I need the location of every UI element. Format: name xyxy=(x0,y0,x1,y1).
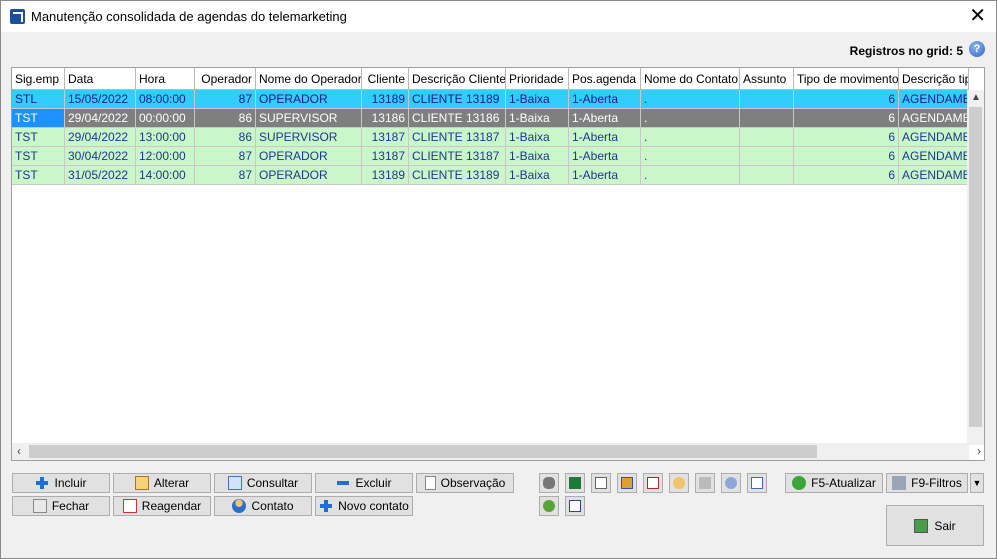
table-row[interactable]: TST 31/05/2022 14:00:00 87 OPERADOR 1318… xyxy=(12,166,969,185)
view-icon xyxy=(227,476,242,490)
reagendar-label: Reagendar xyxy=(141,499,202,513)
palette-button[interactable] xyxy=(669,473,689,493)
horizontal-scroll-thumb[interactable] xyxy=(29,445,817,458)
f5-atualizar-button[interactable]: F5-Atualizar xyxy=(785,473,883,493)
observacao-label: Observação xyxy=(440,476,506,490)
close-icon[interactable]: ✕ xyxy=(969,4,986,28)
report-icon xyxy=(595,477,607,489)
f9-label: F9-Filtros xyxy=(911,476,962,490)
excel-icon xyxy=(569,477,581,489)
registros-count: Registros no grid: 5 xyxy=(849,44,963,58)
gear-icon xyxy=(725,477,737,489)
contato-label: Contato xyxy=(251,499,294,513)
scroll-left-icon[interactable]: ‹ xyxy=(17,444,21,458)
title-bar: Manutenção consolidada de agendas do tel… xyxy=(1,1,996,32)
f5-label: F5-Atualizar xyxy=(811,476,876,490)
app-icon xyxy=(10,9,25,24)
document-icon xyxy=(424,476,436,490)
checklist-button[interactable] xyxy=(565,496,585,516)
table-row[interactable]: TST 29/04/2022 00:00:00 86 SUPERVISOR 13… xyxy=(12,109,969,128)
col-cliente[interactable]: Cliente xyxy=(362,68,409,90)
fechar-label: Fechar xyxy=(51,499,90,513)
form-icon xyxy=(751,477,763,489)
table-row[interactable]: STL 15/05/2022 08:00:00 87 OPERADOR 1318… xyxy=(12,90,969,109)
col-descricao-cliente[interactable]: Descrição Cliente xyxy=(409,68,506,90)
main-window: Manutenção consolidada de agendas do tel… xyxy=(0,0,997,559)
sair-label: Sair xyxy=(934,518,956,533)
agenda-grid[interactable]: Sig.emp Data Hora Operador Nome do Opera… xyxy=(11,67,985,461)
col-descricao-tipo[interactable]: Descrição tip xyxy=(899,68,969,90)
f9-dropdown-button[interactable]: ▼ xyxy=(970,473,984,493)
settings-button[interactable] xyxy=(721,473,741,493)
f9-filtros-button[interactable]: F9-Filtros xyxy=(886,473,968,493)
incluir-button[interactable]: Incluir xyxy=(12,473,110,493)
layout-button[interactable] xyxy=(617,473,637,493)
money-button[interactable] xyxy=(539,496,559,516)
vertical-scroll-thumb[interactable] xyxy=(969,107,982,427)
plus-icon xyxy=(35,476,49,490)
col-data[interactable]: Data xyxy=(65,68,136,90)
scroll-up-icon[interactable]: ▲ xyxy=(971,92,981,103)
sair-button[interactable]: Sair xyxy=(886,505,984,546)
col-assunto[interactable]: Assunto xyxy=(740,68,794,90)
reagendar-button[interactable]: Reagendar xyxy=(113,496,211,516)
excluir-label: Excluir xyxy=(355,476,392,490)
grid-header: Sig.emp Data Hora Operador Nome do Opera… xyxy=(12,68,969,90)
novo-contato-button[interactable]: Novo contato xyxy=(315,496,413,516)
col-tipo-movimento[interactable]: Tipo de movimento xyxy=(794,68,899,90)
col-sig-emp[interactable]: Sig.emp xyxy=(12,68,65,90)
contato-button[interactable]: Contato xyxy=(214,496,312,516)
table-row[interactable]: TST 29/04/2022 13:00:00 86 SUPERVISOR 13… xyxy=(12,128,969,147)
close-doc-icon xyxy=(32,499,47,513)
binoculars-icon xyxy=(543,477,555,489)
filter-icon xyxy=(892,476,907,490)
plus-icon xyxy=(319,499,333,513)
col-operador[interactable]: Operador xyxy=(195,68,256,90)
report-button[interactable] xyxy=(591,473,611,493)
col-nome-operador[interactable]: Nome do Operador xyxy=(256,68,362,90)
print-button[interactable] xyxy=(695,473,715,493)
horizontal-scrollbar[interactable]: ‹ › xyxy=(12,443,981,460)
money-icon xyxy=(543,500,555,512)
table-row[interactable]: TST 30/04/2022 12:00:00 87 OPERADOR 1318… xyxy=(12,147,969,166)
alterar-button[interactable]: Alterar xyxy=(113,473,211,493)
form-button[interactable] xyxy=(747,473,767,493)
col-nome-contato[interactable]: Nome do Contato xyxy=(641,68,740,90)
novo-contato-label: Novo contato xyxy=(338,499,409,513)
refresh-icon xyxy=(792,476,807,490)
sort-button[interactable] xyxy=(643,473,663,493)
edit-icon xyxy=(134,476,149,490)
col-hora[interactable]: Hora xyxy=(136,68,195,90)
fechar-button[interactable]: Fechar xyxy=(12,496,110,516)
col-pos-agenda[interactable]: Pos.agenda xyxy=(569,68,641,90)
chevron-down-icon: ▼ xyxy=(972,478,982,488)
palette-icon xyxy=(673,477,685,489)
consultar-label: Consultar xyxy=(246,476,299,490)
layout-icon xyxy=(621,477,633,489)
scroll-right-icon[interactable]: › xyxy=(977,444,981,458)
window-title: Manutenção consolidada de agendas do tel… xyxy=(31,9,347,24)
sort-icon xyxy=(647,477,659,489)
printer-icon xyxy=(699,477,711,489)
person-icon xyxy=(232,499,247,513)
excluir-button[interactable]: Excluir xyxy=(315,473,413,493)
observacao-button[interactable]: Observação xyxy=(416,473,514,493)
excel-button[interactable] xyxy=(565,473,585,493)
vertical-scrollbar[interactable]: ▲ xyxy=(967,90,984,445)
incluir-label: Incluir xyxy=(54,476,87,490)
calendar-icon xyxy=(122,499,137,513)
alterar-label: Alterar xyxy=(153,476,190,490)
binoculars-button[interactable] xyxy=(539,473,559,493)
checklist-icon xyxy=(569,500,581,512)
col-prioridade[interactable]: Prioridade xyxy=(506,68,569,90)
consultar-button[interactable]: Consultar xyxy=(214,473,312,493)
help-icon[interactable]: ? xyxy=(969,41,985,57)
exit-icon xyxy=(914,518,929,533)
minus-icon xyxy=(336,476,350,490)
